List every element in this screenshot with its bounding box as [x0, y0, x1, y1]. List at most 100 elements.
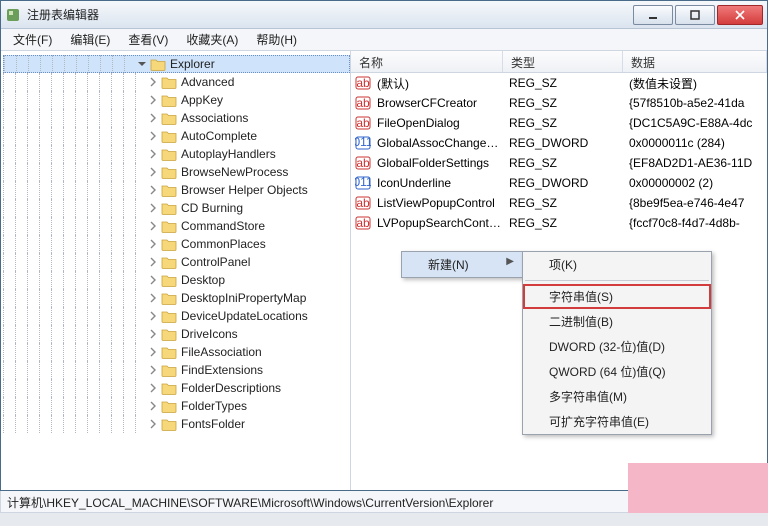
- tree-node[interactable]: FontsFolder: [3, 415, 350, 433]
- value-type: REG_SZ: [505, 96, 625, 110]
- folder-icon: [161, 183, 177, 197]
- ctx-new-key[interactable]: 项(K): [523, 252, 711, 277]
- tree-node[interactable]: FindExtensions: [3, 361, 350, 379]
- ctx-new-multistr[interactable]: 多字符串值(M): [523, 384, 711, 409]
- tree-node[interactable]: AutoplayHandlers: [3, 145, 350, 163]
- col-type[interactable]: 类型: [503, 51, 623, 72]
- tree-node[interactable]: AutoComplete: [3, 127, 350, 145]
- folder-icon: [161, 309, 177, 323]
- string-icon: ab: [355, 215, 371, 231]
- expander-icon[interactable]: [147, 346, 159, 358]
- value-row[interactable]: abBrowserCFCreatorREG_SZ{57f8510b-a5e2-4…: [351, 93, 767, 113]
- expander-icon[interactable]: [147, 418, 159, 430]
- expander-icon[interactable]: [147, 94, 159, 106]
- ctx-new-string[interactable]: 字符串值(S): [523, 284, 711, 309]
- col-data[interactable]: 数据: [623, 51, 767, 72]
- expander-icon[interactable]: [147, 292, 159, 304]
- tree-node-explorer[interactable]: Explorer: [3, 55, 350, 73]
- expander-icon[interactable]: [147, 202, 159, 214]
- tree-label: Explorer: [170, 57, 215, 71]
- value-type: REG_SZ: [505, 216, 625, 230]
- tree-node[interactable]: FolderDescriptions: [3, 379, 350, 397]
- folder-icon: [161, 363, 177, 377]
- expander-icon[interactable]: [147, 148, 159, 160]
- menu-file[interactable]: 文件(F): [5, 29, 60, 50]
- value-name: ListViewPopupControl: [373, 196, 505, 210]
- tree-node[interactable]: CommandStore: [3, 217, 350, 235]
- expander-icon[interactable]: [147, 274, 159, 286]
- ctx-new[interactable]: 新建(N): [402, 252, 522, 277]
- tree-node[interactable]: Advanced: [3, 73, 350, 91]
- menu-view[interactable]: 查看(V): [120, 29, 176, 50]
- expander-icon[interactable]: [147, 382, 159, 394]
- value-data: (数值未设置): [625, 75, 767, 92]
- expander-icon[interactable]: [147, 364, 159, 376]
- maximize-button[interactable]: [675, 5, 715, 25]
- tree-node[interactable]: DesktopIniPropertyMap: [3, 289, 350, 307]
- value-name: (默认): [373, 75, 505, 92]
- expander-icon[interactable]: [147, 130, 159, 142]
- ctx-new-expstr[interactable]: 可扩充字符串值(E): [523, 409, 711, 434]
- value-row[interactable]: abFileOpenDialogREG_SZ{DC1C5A9C-E88A-4dc: [351, 113, 767, 133]
- value-row[interactable]: abGlobalFolderSettingsREG_SZ{EF8AD2D1-AE…: [351, 153, 767, 173]
- app-icon: [5, 7, 21, 23]
- ctx-new-qword64[interactable]: QWORD (64 位)值(Q): [523, 359, 711, 384]
- tree-node[interactable]: ControlPanel: [3, 253, 350, 271]
- value-name: BrowserCFCreator: [373, 96, 505, 110]
- tree-node[interactable]: CommonPlaces: [3, 235, 350, 253]
- value-row[interactable]: ab(默认)REG_SZ(数值未设置): [351, 73, 767, 93]
- value-row[interactable]: 011GlobalAssocChanged...REG_DWORD0x00000…: [351, 133, 767, 153]
- tree-node[interactable]: Associations: [3, 109, 350, 127]
- folder-icon: [150, 57, 166, 71]
- tree-node[interactable]: DeviceUpdateLocations: [3, 307, 350, 325]
- context-menu[interactable]: 新建(N) 项(K) 字符串值(S) 二进制值(B) DWORD (32-位)值…: [401, 251, 523, 278]
- tree-pane[interactable]: Explorer AdvancedAppKeyAssociations AutoCo…: [1, 51, 351, 490]
- tree-label: AutoComplete: [181, 129, 257, 143]
- svg-text:ab: ab: [356, 96, 370, 110]
- expander-icon[interactable]: [147, 256, 159, 268]
- tree-node[interactable]: CD Burning: [3, 199, 350, 217]
- expander-icon[interactable]: [147, 400, 159, 412]
- value-row[interactable]: abLVPopupSearchControlREG_SZ{fccf70c8-f4…: [351, 213, 767, 233]
- value-type: REG_SZ: [505, 156, 625, 170]
- menu-help[interactable]: 帮助(H): [248, 29, 305, 50]
- menu-favorites[interactable]: 收藏夹(A): [178, 29, 246, 50]
- ctx-new-binary[interactable]: 二进制值(B): [523, 309, 711, 334]
- expander-icon[interactable]: [147, 220, 159, 232]
- tree-node[interactable]: Browser Helper Objects: [3, 181, 350, 199]
- value-row[interactable]: 011IconUnderlineREG_DWORD0x00000002 (2): [351, 173, 767, 193]
- expander-icon[interactable]: [147, 184, 159, 196]
- expander-icon[interactable]: [147, 166, 159, 178]
- folder-icon: [161, 381, 177, 395]
- ctx-new-dword32[interactable]: DWORD (32-位)值(D): [523, 334, 711, 359]
- tree-node[interactable]: AppKey: [3, 91, 350, 109]
- value-type: REG_DWORD: [505, 176, 625, 190]
- client-area: Explorer AdvancedAppKeyAssociations AutoCo…: [1, 51, 767, 490]
- expander-icon[interactable]: [147, 328, 159, 340]
- tree-node[interactable]: BrowseNewProcess: [3, 163, 350, 181]
- expander-icon[interactable]: [147, 310, 159, 322]
- tree-node[interactable]: FolderTypes: [3, 397, 350, 415]
- ctx-separator: [525, 280, 709, 281]
- titlebar[interactable]: 注册表编辑器: [1, 1, 767, 29]
- context-submenu-new[interactable]: 项(K) 字符串值(S) 二进制值(B) DWORD (32-位)值(D) QW…: [522, 251, 712, 435]
- tree-label: BrowseNewProcess: [181, 165, 288, 179]
- tree-node[interactable]: FileAssociation: [3, 343, 350, 361]
- menu-edit[interactable]: 编辑(E): [62, 29, 118, 50]
- close-button[interactable]: [717, 5, 763, 25]
- expander-icon[interactable]: [147, 238, 159, 250]
- list-pane[interactable]: 名称 类型 数据 ab(默认)REG_SZ(数值未设置)abBrowserCFC…: [351, 51, 767, 490]
- tree-label: FontsFolder: [181, 417, 245, 431]
- tree-node[interactable]: DriveIcons: [3, 325, 350, 343]
- expander-icon[interactable]: [136, 58, 148, 70]
- folder-icon: [161, 273, 177, 287]
- tree-node[interactable]: Desktop: [3, 271, 350, 289]
- value-data: 0x00000002 (2): [625, 176, 767, 190]
- value-name: FileOpenDialog: [373, 116, 505, 130]
- expander-icon[interactable]: [147, 76, 159, 88]
- tree-label: FindExtensions: [181, 363, 263, 377]
- expander-icon[interactable]: [147, 112, 159, 124]
- value-row[interactable]: abListViewPopupControlREG_SZ{8be9f5ea-e7…: [351, 193, 767, 213]
- minimize-button[interactable]: [633, 5, 673, 25]
- col-name[interactable]: 名称: [351, 51, 503, 72]
